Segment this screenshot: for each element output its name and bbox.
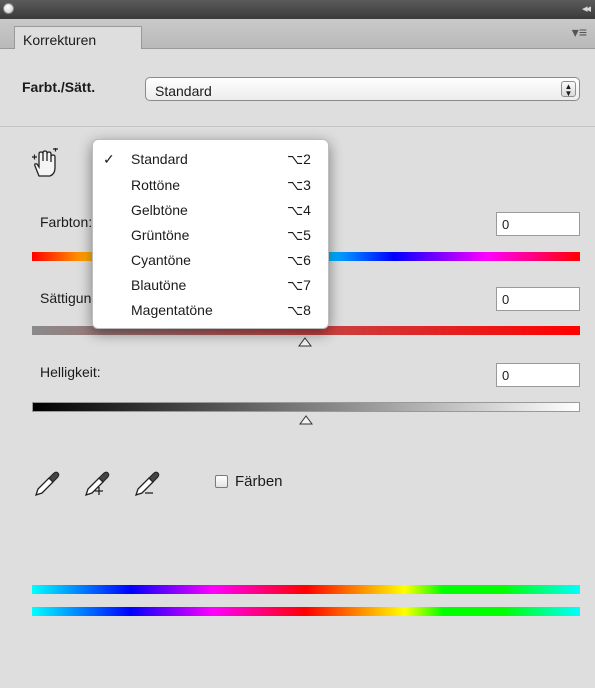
lightness-label: Helligkeit: [40, 364, 101, 380]
lightness-slider-thumb[interactable] [299, 415, 313, 425]
lightness-slider-track[interactable] [32, 402, 580, 412]
menu-item-label: Standard [131, 151, 188, 167]
menu-item-label: Cyantöne [131, 252, 191, 268]
colorize-label: Färben [235, 473, 283, 490]
preset-select[interactable]: Standard ▲ ▼ [145, 77, 580, 101]
menu-item-label: Gelbtöne [131, 202, 188, 218]
hue-value-field[interactable]: 0 [496, 212, 580, 236]
menu-item[interactable]: Blautöne ⌥7 [93, 276, 330, 301]
menu-item-shortcut: ⌥6 [287, 252, 311, 268]
menu-item-shortcut: ⌥2 [287, 151, 311, 167]
input-color-spectrum [32, 585, 580, 594]
menu-item-shortcut: ⌥4 [287, 202, 311, 218]
eyedropper-subtract-icon[interactable] [132, 467, 162, 499]
preset-row: Farbt./Sätt. Standard ▲ ▼ [0, 49, 595, 127]
eyedropper-add-icon[interactable] [82, 467, 112, 499]
menu-item[interactable]: Gelbtöne ⌥4 [93, 201, 330, 226]
preset-select-value: Standard [155, 83, 212, 99]
checkmark-icon: ✓ [103, 151, 115, 167]
close-icon[interactable] [3, 3, 14, 14]
menu-item-label: Blautöne [131, 277, 187, 293]
eyedropper-icon[interactable] [32, 467, 62, 499]
tab-korrekturen[interactable]: Korrekturen [14, 26, 142, 49]
color-range-menu: ✓ Standard ⌥2 Rottöne ⌥3 Gelbtöne ⌥4 Grü… [92, 139, 329, 329]
output-color-spectrum [32, 607, 580, 616]
menu-item[interactable]: Cyantöne ⌥6 [93, 251, 330, 276]
targeted-adjustment-hand-icon[interactable] [30, 148, 60, 180]
menu-item-label: Magentatöne [131, 302, 213, 318]
saturation-slider-thumb[interactable] [298, 337, 312, 347]
menu-item-label: Grüntöne [131, 227, 190, 243]
select-stepper-icon: ▲ ▼ [561, 81, 576, 98]
collapse-icon[interactable]: ◂◂ [582, 2, 591, 15]
panel-menu-icon[interactable]: ▾≡ [572, 24, 587, 41]
saturation-value-field[interactable]: 0 [496, 287, 580, 311]
menu-item[interactable]: Magentatöne ⌥8 [93, 301, 330, 326]
colorize-checkbox[interactable] [215, 475, 228, 488]
menu-item[interactable]: Grüntöne ⌥5 [93, 226, 330, 251]
panel-titlebar: ◂◂ [0, 0, 595, 19]
menu-item-label: Rottöne [131, 177, 181, 193]
preset-label: Farbt./Sätt. [22, 79, 96, 95]
menu-item[interactable]: ✓ Standard ⌥2 [93, 150, 330, 175]
lightness-value-field[interactable]: 0 [496, 363, 580, 387]
menu-item-shortcut: ⌥3 [287, 177, 311, 193]
menu-item-shortcut: ⌥7 [287, 277, 311, 293]
panel-tab-row: Korrekturen ▾≡ [0, 19, 595, 49]
hue-label: Farbton: [40, 214, 93, 230]
menu-item[interactable]: Rottöne ⌥3 [93, 176, 330, 201]
menu-item-shortcut: ⌥8 [287, 302, 311, 318]
menu-item-shortcut: ⌥5 [287, 227, 311, 243]
